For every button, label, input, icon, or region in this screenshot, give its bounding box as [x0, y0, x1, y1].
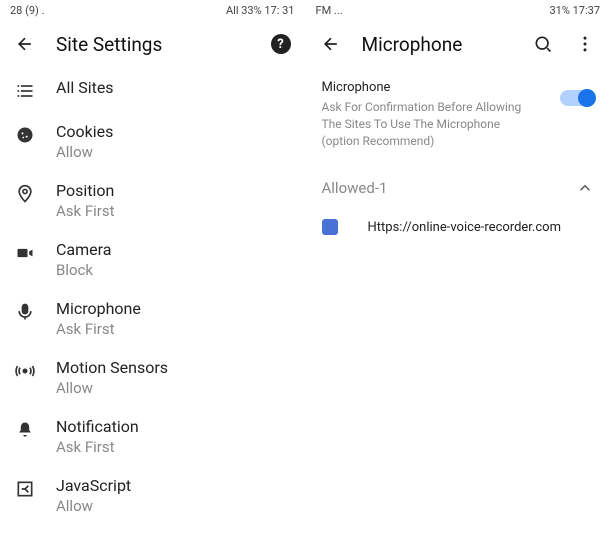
allowed-site-row[interactable]: Https://online-voice-recorder.com [306, 205, 610, 249]
overflow-button[interactable] [574, 33, 596, 55]
row-label: JavaScript [56, 476, 131, 495]
chevron-up-icon [576, 179, 594, 197]
page-title: Microphone [362, 33, 513, 56]
search-icon [533, 34, 553, 54]
statusbar-left-leading: 28 (9) . [10, 4, 45, 17]
back-button[interactable] [320, 33, 342, 55]
back-button[interactable] [14, 33, 36, 55]
site-settings-screen: 28 (9) . All 33% 17: 31 Site Settings ? … [0, 0, 306, 541]
microphone-icon [14, 301, 36, 323]
row-sub: Ask First [56, 202, 115, 220]
row-label: Camera [56, 240, 111, 259]
statusbar-right: FM ... 31% 17:37 [306, 0, 610, 20]
all-sites-row[interactable]: All Sites [0, 68, 305, 112]
statusbar-right-trailing: 31% 17:37 [549, 4, 600, 17]
row-sub: Allow [56, 497, 131, 515]
position-row[interactable]: Position Ask First [0, 171, 305, 230]
cookie-icon [14, 124, 36, 146]
notification-row[interactable]: Notification Ask First [0, 407, 305, 466]
allowed-section-header[interactable]: Allowed-1 [306, 161, 610, 205]
more-vert-icon [575, 34, 595, 54]
statusbar-left: 28 (9) . All 33% 17: 31 [0, 0, 305, 20]
statusbar-left-trailing: All 33% 17: 31 [226, 4, 295, 17]
site-url: Https://online-voice-recorder.com [368, 220, 561, 235]
arrow-left-icon [15, 34, 35, 54]
javascript-icon [14, 478, 36, 500]
row-sub: Allow [56, 143, 113, 161]
statusbar-right-leading: FM ... [316, 4, 343, 17]
row-label: All Sites [56, 78, 114, 97]
toggle-title: Microphone [322, 80, 532, 95]
help-button[interactable]: ? [271, 34, 291, 54]
search-button[interactable] [532, 33, 554, 55]
microphone-toggle-block: Microphone Ask For Confirmation Before A… [306, 68, 610, 161]
row-label: Motion Sensors [56, 358, 168, 377]
row-label: Microphone [56, 299, 141, 318]
microphone-toggle[interactable] [560, 90, 594, 106]
sensor-icon [14, 360, 36, 382]
appbar-right: Microphone [306, 20, 610, 68]
switch-knob [578, 89, 596, 107]
microphone-screen: FM ... 31% 17:37 Microphone Microphone A… [306, 0, 610, 541]
row-sub: Ask First [56, 320, 141, 338]
motion-sensors-row[interactable]: Motion Sensors Allow [0, 348, 305, 407]
row-label: Notification [56, 417, 139, 436]
bell-icon [14, 419, 36, 441]
microphone-row[interactable]: Microphone Ask First [0, 289, 305, 348]
row-label: Cookies [56, 122, 113, 141]
row-sub: Ask First [56, 438, 139, 456]
page-title: Site Settings [56, 33, 251, 56]
camera-icon [14, 242, 36, 264]
row-label: Position [56, 181, 115, 200]
javascript-row[interactable]: JavaScript Allow [0, 466, 305, 525]
list-icon [14, 80, 36, 102]
section-label: Allowed-1 [322, 179, 388, 197]
appbar-left: Site Settings ? [0, 20, 305, 68]
settings-list[interactable]: All Sites Cookies Allow Position Ask First… [0, 68, 305, 541]
toggle-desc: Ask For Confirmation Before Allowing The… [322, 99, 532, 149]
site-favicon [322, 219, 338, 235]
row-sub: Block [56, 261, 111, 279]
cookies-row[interactable]: Cookies Allow [0, 112, 305, 171]
location-icon [14, 183, 36, 205]
camera-row[interactable]: Camera Block [0, 230, 305, 289]
row-sub: Allow [56, 379, 168, 397]
arrow-left-icon [321, 34, 341, 54]
